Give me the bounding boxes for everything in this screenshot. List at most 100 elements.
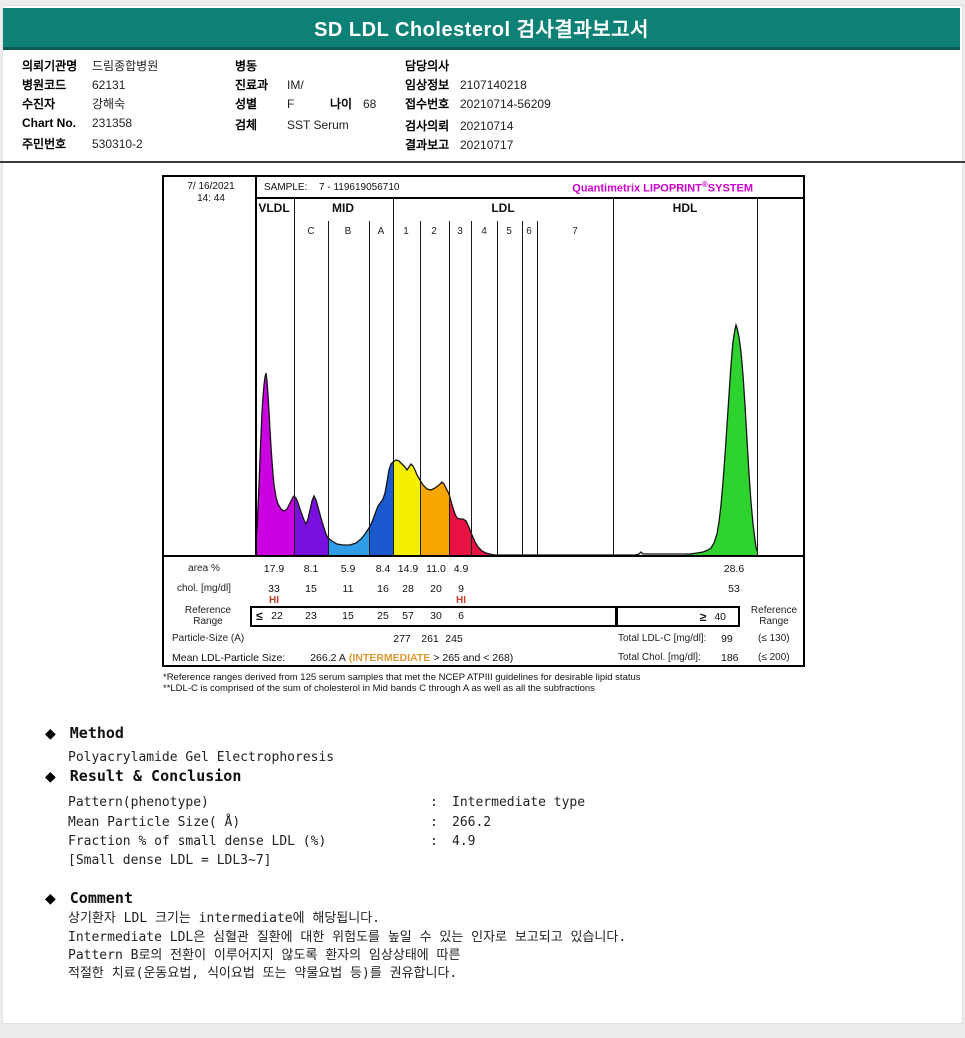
org-label: 의뢰기관명 — [22, 59, 78, 73]
curve-baseline — [164, 555, 803, 557]
ldl2-fill — [420, 480, 449, 555]
subband-label-c: C — [307, 226, 315, 237]
clinical-value: 2107140218 — [460, 78, 527, 92]
hosp-code-value: 62131 — [92, 78, 126, 92]
area-value-midc: 8.1 — [303, 563, 319, 575]
subband-label-5: 5 — [506, 226, 512, 237]
comment-line-2: Intermediate LDL은 심혈관 질환에 대한 위험도를 높일 수 있… — [68, 930, 627, 945]
chol-value-mida: 16 — [377, 583, 389, 595]
total-ldl-c-label: Total LDL-C [mg/dl]: — [618, 633, 707, 644]
chol-value-hdl: 53 — [728, 583, 740, 595]
divider-b-a — [369, 221, 370, 555]
mida-fill — [369, 462, 393, 555]
subband-label-4: 4 — [481, 226, 487, 237]
ref-value-ldl1: 57 — [402, 610, 414, 622]
sample-label: SAMPLE: — [264, 182, 308, 193]
area-value-ldl1: 14.9 — [397, 563, 419, 575]
divider-mid-ldl — [393, 199, 394, 555]
info-row-report-date: 결과보고 20210717 — [405, 136, 513, 153]
info-row-org: 의뢰기관명 드림종합병원 — [22, 57, 158, 74]
particle-size-ldl2: 261 — [421, 633, 439, 645]
lipoprint-chart: 7/ 16/2021 14: 44 SAMPLE: 7 - 1196190567… — [162, 175, 805, 667]
chol-value-ldl2: 20 — [430, 583, 442, 595]
divider-4-5 — [497, 221, 498, 555]
row-label-area: area % — [188, 563, 220, 574]
hosp-code-label: 병원코드 — [22, 78, 67, 92]
age-value: 68 — [363, 97, 377, 111]
chart-time: 14: 44 — [197, 193, 225, 204]
result-value: Intermediate type — [452, 795, 586, 810]
chol-value-midb: 11 — [342, 583, 354, 595]
org-value: 드림종합병원 — [92, 59, 159, 73]
subband-label-7: 7 — [572, 226, 578, 237]
particle-size-ldl1: 277 — [393, 633, 411, 645]
row-label-reference-left: Reference Range — [178, 605, 238, 627]
result-label: Pattern(phenotype) — [68, 795, 209, 810]
clinical-label: 임상정보 — [405, 78, 450, 92]
footnote-1: *Reference ranges derived from 125 serum… — [163, 672, 641, 683]
particle-size-ldl3: 245 — [445, 633, 463, 645]
resident-value: 530310-2 — [92, 137, 143, 151]
hi-flag-ldl3: HI — [456, 595, 466, 606]
ref-value-ldl2: 30 — [430, 610, 442, 622]
range-word: Range — [759, 616, 789, 627]
brand-logo: Quantimetrix LIPOPRINT®SYSTEM — [572, 180, 753, 195]
info-row-ward: 병동 — [235, 57, 287, 74]
request-label: 검사의뢰 — [405, 119, 450, 133]
midb-fill — [328, 528, 369, 555]
group-label-hdl: HDL — [672, 201, 698, 215]
group-label-vldl: VLDL — [258, 201, 290, 215]
info-row-receipt: 접수번호 20210714-56209 — [405, 95, 551, 112]
method-heading-text: Method — [69, 724, 124, 742]
ge-operator: ≥ — [699, 609, 707, 624]
area-value-vldl: 17.9 — [263, 563, 285, 575]
patient-label: 수진자 — [22, 97, 56, 111]
total-chol-label: Total Chol. [mg/dl]: — [618, 652, 701, 663]
result-colon: : — [430, 795, 438, 810]
result-label: Fraction % of small dense LDL (%) — [68, 834, 327, 849]
result-row-pattern: Pattern(phenotype) : Intermediate type — [68, 795, 585, 810]
info-row-resident: 주민번호 530310-2 — [22, 135, 143, 152]
group-label-ldl: LDL — [491, 201, 515, 215]
subband-label-2: 2 — [431, 226, 437, 237]
dept-value: IM/ — [287, 78, 304, 92]
ldl1-fill — [393, 460, 420, 555]
reference-word: Reference — [184, 605, 232, 616]
curve-outline — [255, 322, 757, 555]
subband-label-b: B — [344, 226, 352, 237]
mean-particle-row: Mean LDL-Particle Size: 266.2 A (INTERME… — [172, 652, 513, 664]
divider-3-4 — [471, 221, 472, 555]
ref-value-midb: 15 — [342, 610, 354, 622]
diamond-bullet-icon: ◆ — [45, 889, 56, 906]
vldl-fill — [255, 373, 294, 555]
age-label: 나이 — [330, 97, 353, 111]
result-colon: : — [430, 815, 438, 830]
mean-classification-range: > 265 and < 268) — [433, 652, 514, 664]
sex-label: 성별 — [235, 97, 258, 111]
result-row-fraction: Fraction % of small dense LDL (%) : 4.9 — [68, 834, 475, 849]
divider-vldl-mid — [294, 199, 295, 555]
specimen-value: SST Serum — [287, 118, 349, 132]
ward-label: 병동 — [235, 59, 258, 73]
hi-flag-vldl: HI — [269, 595, 279, 606]
sample-value: 7 - 119619056710 — [319, 182, 400, 193]
brand-name: Quantimetrix LIPOPRINT — [572, 182, 702, 195]
subband-label-3: 3 — [457, 226, 463, 237]
comment-line-3: Pattern B로의 전환이 이루어지지 않도록 환자의 임상상태에 따른 — [68, 948, 461, 963]
receipt-value: 20210714-56209 — [460, 97, 551, 111]
le-operator: ≤ — [256, 609, 263, 623]
divider-c-b — [328, 221, 329, 555]
divider-ldl-hdl — [613, 199, 614, 555]
area-value-hdl: 28.6 — [723, 563, 745, 575]
result-label: Mean Particle Size( Å) — [68, 815, 241, 830]
ref-value-hdl: 40 — [714, 610, 726, 623]
patient-info: 의뢰기관명 드림종합병원 병원코드 62131 수진자 강해숙 Chart No… — [0, 0, 965, 168]
header-divider — [0, 161, 965, 163]
ref-value-ldl3: 6 — [458, 610, 464, 622]
total-chol-ref: (≤ 200) — [758, 652, 790, 663]
area-value-ldl3: 4.9 — [453, 563, 469, 575]
comment-heading-text: Comment — [69, 889, 133, 907]
divider-6-7 — [537, 221, 538, 555]
range-word: Range — [193, 616, 223, 627]
reference-box-right: ≥ 40 — [615, 606, 740, 627]
